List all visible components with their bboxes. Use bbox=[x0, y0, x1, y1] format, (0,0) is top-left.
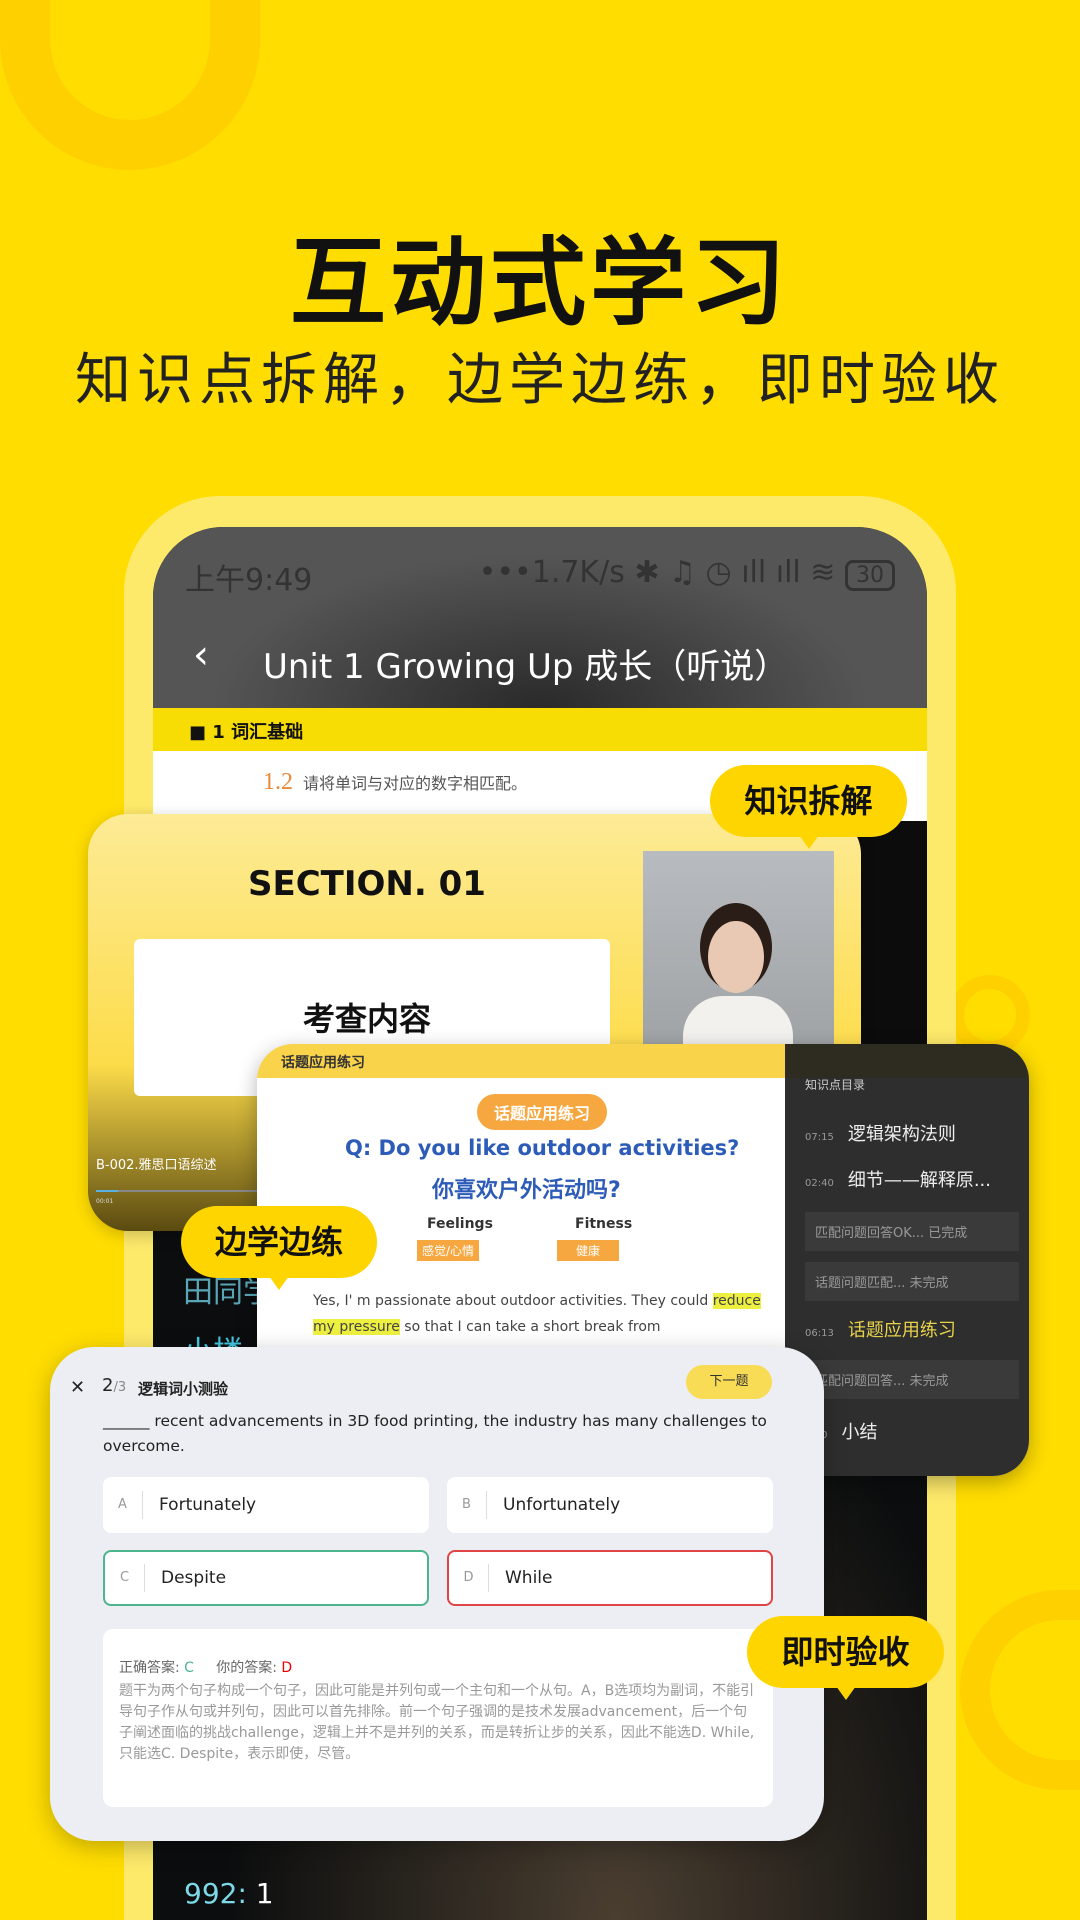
ratio-value: 1 bbox=[255, 1877, 274, 1910]
catalog-item[interactable]: 匹配问题回答... 未完成 bbox=[805, 1360, 1019, 1399]
decor-ring bbox=[950, 975, 1030, 1055]
catalog-item[interactable]: 话题问题匹配... 未完成 bbox=[805, 1262, 1019, 1301]
video-title: B-002.雅思口语综述 bbox=[96, 1158, 217, 1173]
answer-text: Yes, I' m passionate about outdoor activ… bbox=[313, 1293, 761, 1335]
hero-title: 互动式学习 bbox=[290, 227, 790, 339]
callout-knowledge: 知识拆解 bbox=[710, 765, 907, 849]
ratio-label: 992: bbox=[184, 1877, 247, 1910]
progress-fill bbox=[96, 1190, 118, 1192]
explanation-text: 题干为两个句子构成一个句子，因此可能是并列句或一个主句和一个从句。A，B选项均为… bbox=[119, 1683, 755, 1762]
section-header: ■ 1 词汇基础 bbox=[153, 708, 927, 751]
hero-subtitle: 知识点拆解，边学边练，即时验收 bbox=[75, 348, 1005, 413]
catalog-item-active[interactable]: 06:13 话题应用练习 bbox=[805, 1316, 956, 1342]
network-speed: •••1.7K/s bbox=[478, 555, 625, 590]
answer-summary: 正确答案: C 你的答案: D bbox=[119, 1660, 293, 1676]
question-en: Q: Do you like outdoor activities? bbox=[345, 1136, 740, 1160]
teacher-video bbox=[643, 851, 834, 1047]
option-c-correct[interactable]: C Despite bbox=[103, 1550, 429, 1606]
status-bar: 上午9:49 •••1.7K/s ✱ ♫ ◷ ıll ıll ≋ 30 bbox=[185, 555, 895, 599]
catalog-title: 知识点目录 bbox=[805, 1078, 866, 1092]
option-b[interactable]: B Unfortunately bbox=[447, 1477, 773, 1533]
quiz-progress: 2/3 bbox=[102, 1375, 127, 1396]
next-question-button[interactable]: 下一题 bbox=[686, 1365, 772, 1399]
tag-cn: 健康 bbox=[557, 1240, 619, 1261]
video-time: 00:01 bbox=[96, 1198, 114, 1205]
app-header: 上午9:49 •••1.7K/s ✱ ♫ ◷ ıll ıll ≋ 30 ‹ Un… bbox=[153, 527, 927, 708]
ratio-readout: 992: 1 bbox=[184, 1877, 274, 1910]
quiz-card: ✕ 2/3 逻辑词小测验 下一题 ______ recent advanceme… bbox=[50, 1347, 824, 1841]
decor-ring bbox=[0, 0, 260, 170]
quiz-title: 逻辑词小测验 bbox=[138, 1380, 229, 1398]
tag-en: Feelings bbox=[427, 1216, 493, 1232]
battery-icon: 30 bbox=[845, 560, 895, 591]
option-d-wrong[interactable]: D While bbox=[447, 1550, 773, 1606]
catalog-item[interactable]: 匹配问题回答OK... 已完成 bbox=[805, 1212, 1019, 1251]
close-icon[interactable]: ✕ bbox=[70, 1377, 85, 1398]
question-text: ______ recent advancements in 3D food pr… bbox=[103, 1412, 767, 1455]
tag-cn: 感觉/心情 bbox=[417, 1240, 479, 1261]
section-title: SECTION. 01 bbox=[248, 864, 486, 904]
callout-check: 即时验收 bbox=[747, 1616, 944, 1700]
exercise-text: 请将单词与对应的数字相匹配。 bbox=[303, 774, 528, 793]
catalog-item[interactable]: 07:15 逻辑架构法则 bbox=[805, 1120, 956, 1146]
exercise-number: 1.2 bbox=[263, 769, 293, 795]
progress-track[interactable] bbox=[96, 1190, 276, 1192]
decor-circle bbox=[960, 1590, 1080, 1790]
explanation-box: 正确答案: C 你的答案: D 题干为两个句子构成一个句子，因此可能是并列句或一… bbox=[103, 1629, 773, 1807]
option-a[interactable]: A Fortunately bbox=[103, 1477, 429, 1533]
tag-en: Fitness bbox=[575, 1216, 633, 1232]
practice-header-title: 话题应用练习 bbox=[281, 1055, 365, 1071]
catalog-item[interactable]: 02:40 细节——解释原... bbox=[805, 1166, 991, 1192]
status-icons: ✱ ♫ ◷ ıll ıll ≋ bbox=[634, 555, 836, 590]
back-button[interactable]: ‹ bbox=[193, 632, 209, 678]
question-cn: 你喜欢户外活动吗? bbox=[432, 1178, 621, 1203]
status-time: 上午9:49 bbox=[185, 563, 313, 598]
practice-badge: 话题应用练习 bbox=[477, 1094, 607, 1130]
callout-practice: 边学边练 bbox=[181, 1206, 377, 1290]
page-title: Unit 1 Growing Up 成长（听说） bbox=[263, 647, 789, 687]
topic-title: 考查内容 bbox=[303, 1000, 432, 1038]
